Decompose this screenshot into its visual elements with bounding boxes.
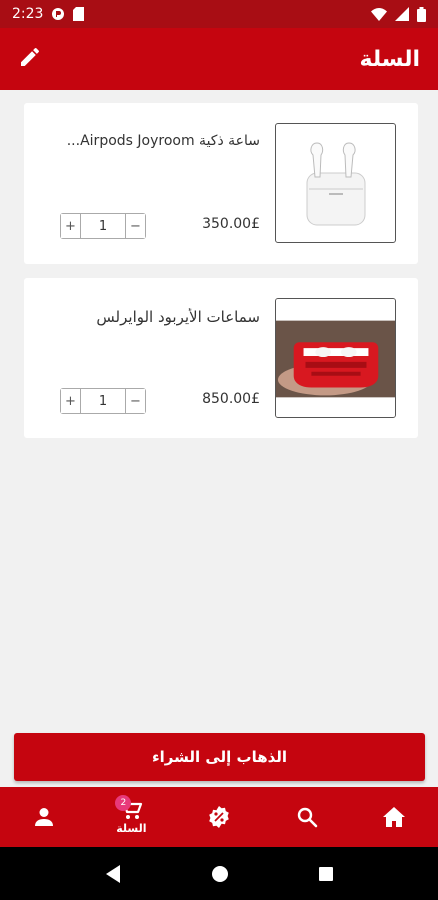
- product-name[interactable]: ساعة ذكية Airpods Joyroom...: [30, 133, 260, 149]
- app-bar: السلة: [0, 28, 438, 90]
- decrease-button[interactable]: −: [125, 214, 145, 238]
- decrease-button[interactable]: −: [125, 389, 145, 413]
- battery-icon: [417, 6, 426, 22]
- search-icon: [297, 807, 317, 828]
- airpods-case-image: [306, 142, 365, 226]
- back-icon[interactable]: [104, 864, 122, 884]
- increase-button[interactable]: +: [61, 214, 81, 238]
- home-icon: [383, 807, 406, 827]
- recents-icon[interactable]: [318, 866, 334, 882]
- page-title: السلة: [359, 46, 420, 72]
- wifi-icon: [371, 7, 387, 21]
- product-name[interactable]: سماعات الأيربود الوايرلس: [30, 308, 260, 326]
- nav-item-search[interactable]: [277, 787, 337, 847]
- quantity-stepper: + 1 −: [60, 388, 146, 414]
- cart-item[interactable]: سماعات الأيربود الوايرلس 850.00£ + 1 −: [24, 278, 418, 438]
- quantity-value: 1: [98, 393, 108, 409]
- product-image[interactable]: [275, 298, 396, 418]
- nav-label-cart: السلة: [116, 822, 147, 835]
- product-price: 350.00£: [202, 216, 260, 232]
- airpods-red-case-image: [276, 299, 395, 417]
- increase-button[interactable]: +: [61, 389, 81, 413]
- sd-card-icon: [73, 7, 85, 21]
- profile-icon: [34, 808, 53, 826]
- signal-icon: [395, 7, 409, 21]
- product-image[interactable]: [275, 123, 396, 243]
- checkout-button[interactable]: الذهاب إلى الشراء: [14, 733, 425, 781]
- quantity-value: 1: [98, 218, 108, 234]
- quantity-stepper: + 1 −: [60, 213, 146, 239]
- home-button-icon[interactable]: [211, 865, 229, 883]
- edit-icon[interactable]: [18, 45, 42, 73]
- nav-item-cart[interactable]: 2 السلة: [101, 787, 161, 847]
- system-nav-bar: [0, 847, 438, 900]
- nav-item-home[interactable]: [364, 787, 424, 847]
- data-saver-icon: [51, 7, 65, 21]
- status-bar: 2:23: [0, 0, 438, 28]
- offers-icon: [209, 806, 229, 828]
- bottom-nav: 2 السلة: [0, 787, 438, 847]
- nav-item-offers[interactable]: [189, 787, 249, 847]
- product-price: 850.00£: [202, 391, 260, 407]
- cart-item[interactable]: ساعة ذكية Airpods Joyroom... 350.00£ + 1…: [24, 103, 418, 264]
- nav-item-profile[interactable]: [14, 787, 74, 847]
- status-time: 2:23: [12, 6, 44, 22]
